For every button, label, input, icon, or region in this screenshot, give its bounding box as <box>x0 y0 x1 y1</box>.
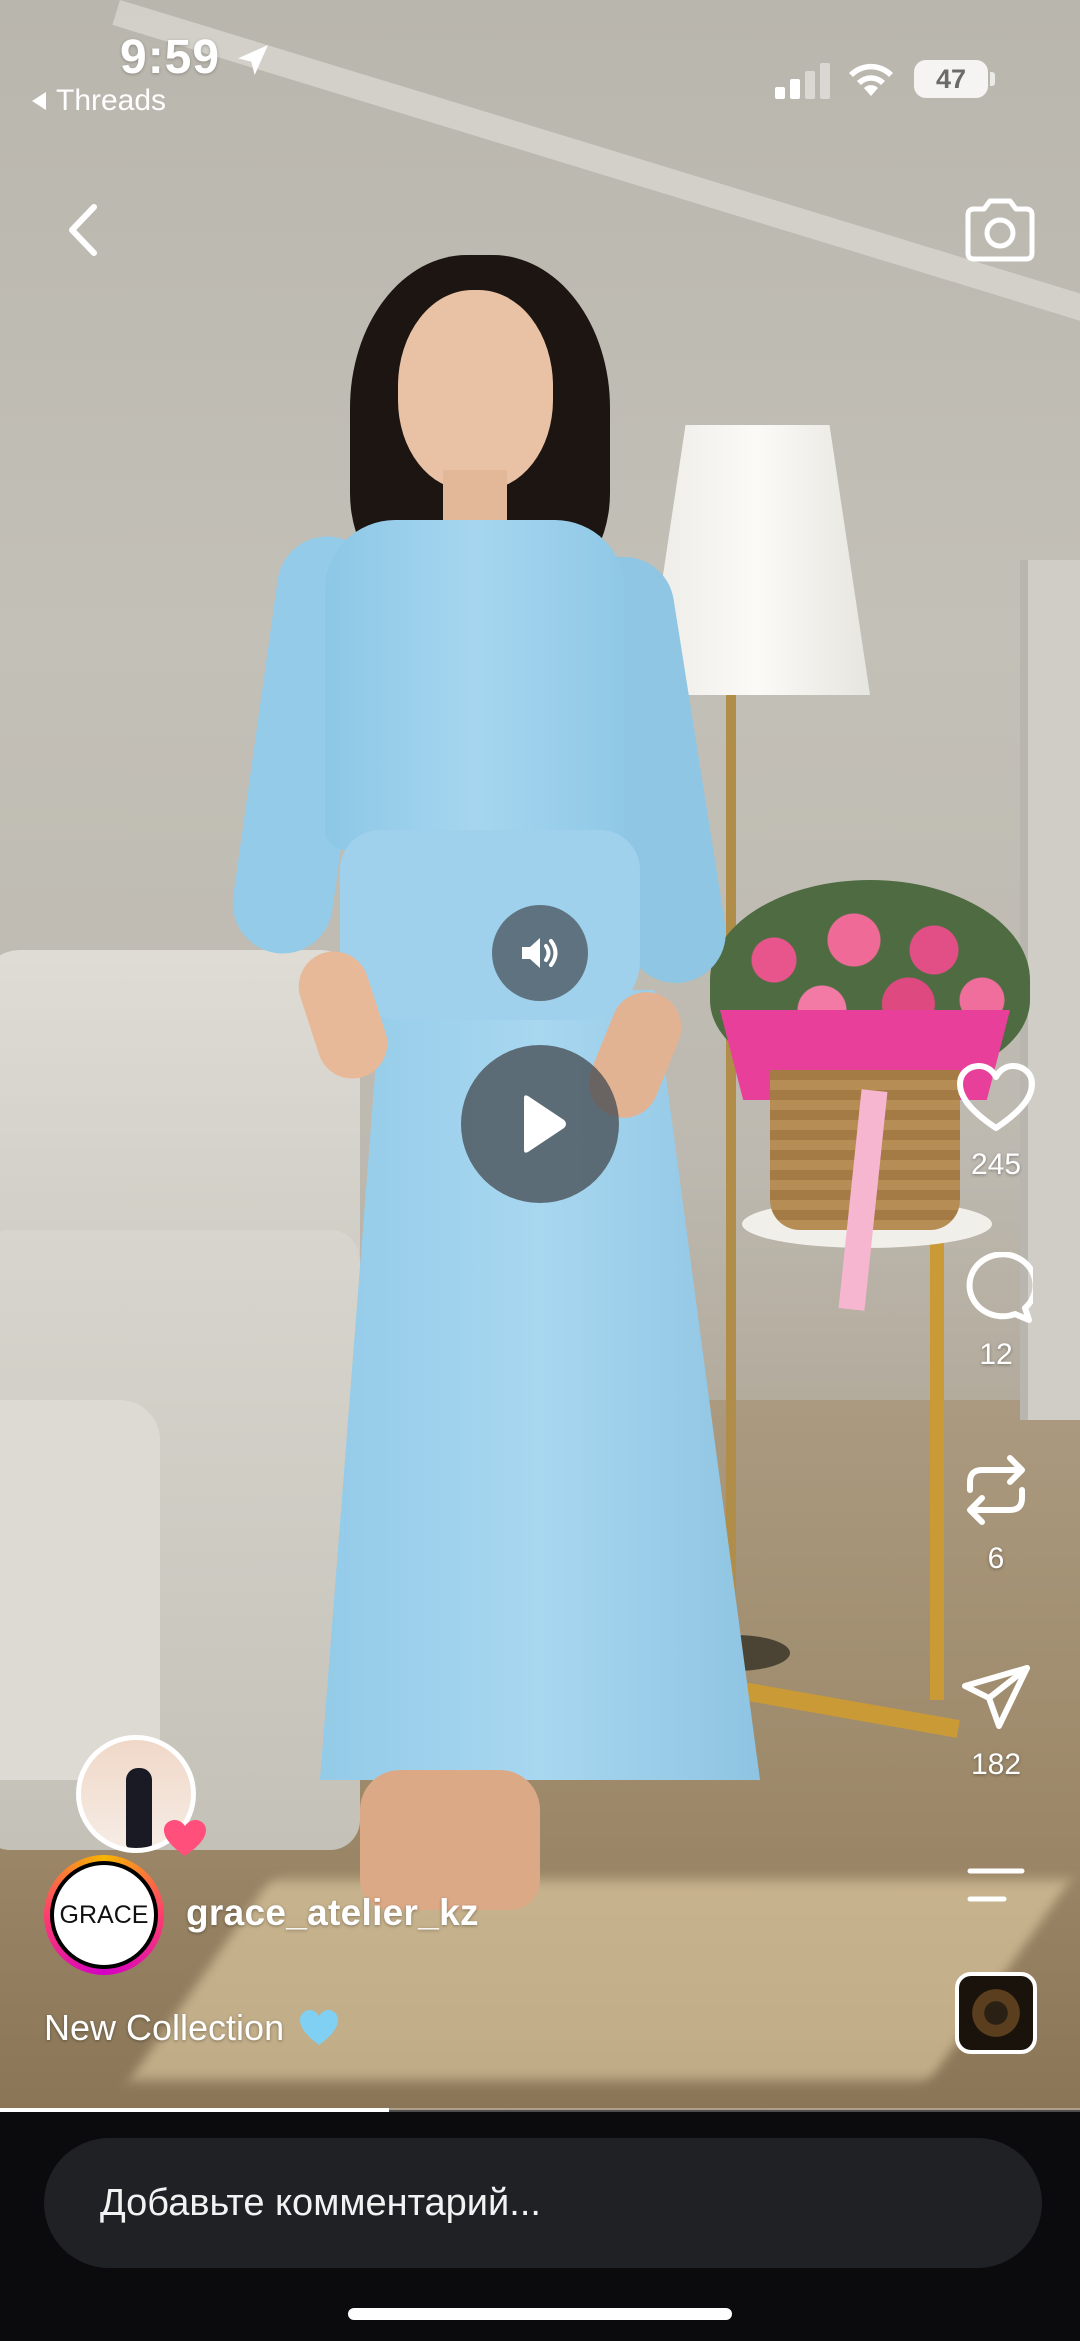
chevron-left-icon[interactable] <box>50 195 120 265</box>
home-indicator <box>348 2308 732 2320</box>
heart-icon <box>164 1820 206 1856</box>
battery-tip <box>990 72 995 86</box>
author-username[interactable]: grace_atelier_kz <box>186 1892 479 1934</box>
avatar-logo: GRACE <box>50 1861 158 1969</box>
audio-track-thumbnail[interactable] <box>955 1972 1037 2054</box>
floor-lamp-pole <box>726 690 736 1640</box>
repost-icon <box>967 1455 1025 1525</box>
comment-bubble-icon <box>966 1252 1033 1323</box>
wifi-icon <box>849 63 893 96</box>
dress-peplum <box>340 830 640 1020</box>
sofa-arm <box>0 1400 160 1780</box>
location-arrow-icon <box>238 45 268 75</box>
back-app-label: Threads <box>56 84 167 117</box>
status-time: 9:59 <box>120 31 221 84</box>
back-triangle-icon <box>32 92 46 110</box>
model-face <box>398 290 553 490</box>
play-button[interactable] <box>461 1045 619 1203</box>
cellular-signal-icon <box>775 63 830 99</box>
like-count: 245 <box>970 1148 1022 1181</box>
share-button[interactable]: 182 <box>936 1662 1056 1782</box>
camera-icon[interactable] <box>960 195 1040 265</box>
dress-bodice <box>325 520 625 850</box>
menu-lines-icon[interactable] <box>966 1865 1026 1905</box>
caption-text: New Collection <box>44 2007 285 2048</box>
comment-button[interactable]: 12 <box>936 1252 1056 1372</box>
post-caption[interactable]: New Collection <box>44 2007 340 2049</box>
like-button[interactable]: 245 <box>936 1062 1056 1182</box>
comment-count: 12 <box>979 1338 1013 1371</box>
heart-icon <box>957 1063 1035 1131</box>
light-blue-heart-icon <box>300 2010 339 2045</box>
repost-count: 6 <box>987 1542 1005 1575</box>
battery-indicator: 47 <box>914 60 988 98</box>
back-to-app-link[interactable]: Threads <box>32 84 166 118</box>
model-feet <box>360 1770 540 1910</box>
speaker-icon <box>522 938 558 968</box>
sound-toggle-button[interactable] <box>492 905 588 1001</box>
story-figure <box>126 1768 152 1848</box>
comment-input[interactable] <box>44 2138 1042 2268</box>
paper-plane-icon <box>962 1665 1030 1729</box>
author-avatar[interactable]: GRACE <box>44 1855 164 1975</box>
share-count: 182 <box>970 1748 1022 1781</box>
play-icon <box>524 1095 566 1153</box>
repost-button[interactable]: 6 <box>936 1452 1056 1576</box>
